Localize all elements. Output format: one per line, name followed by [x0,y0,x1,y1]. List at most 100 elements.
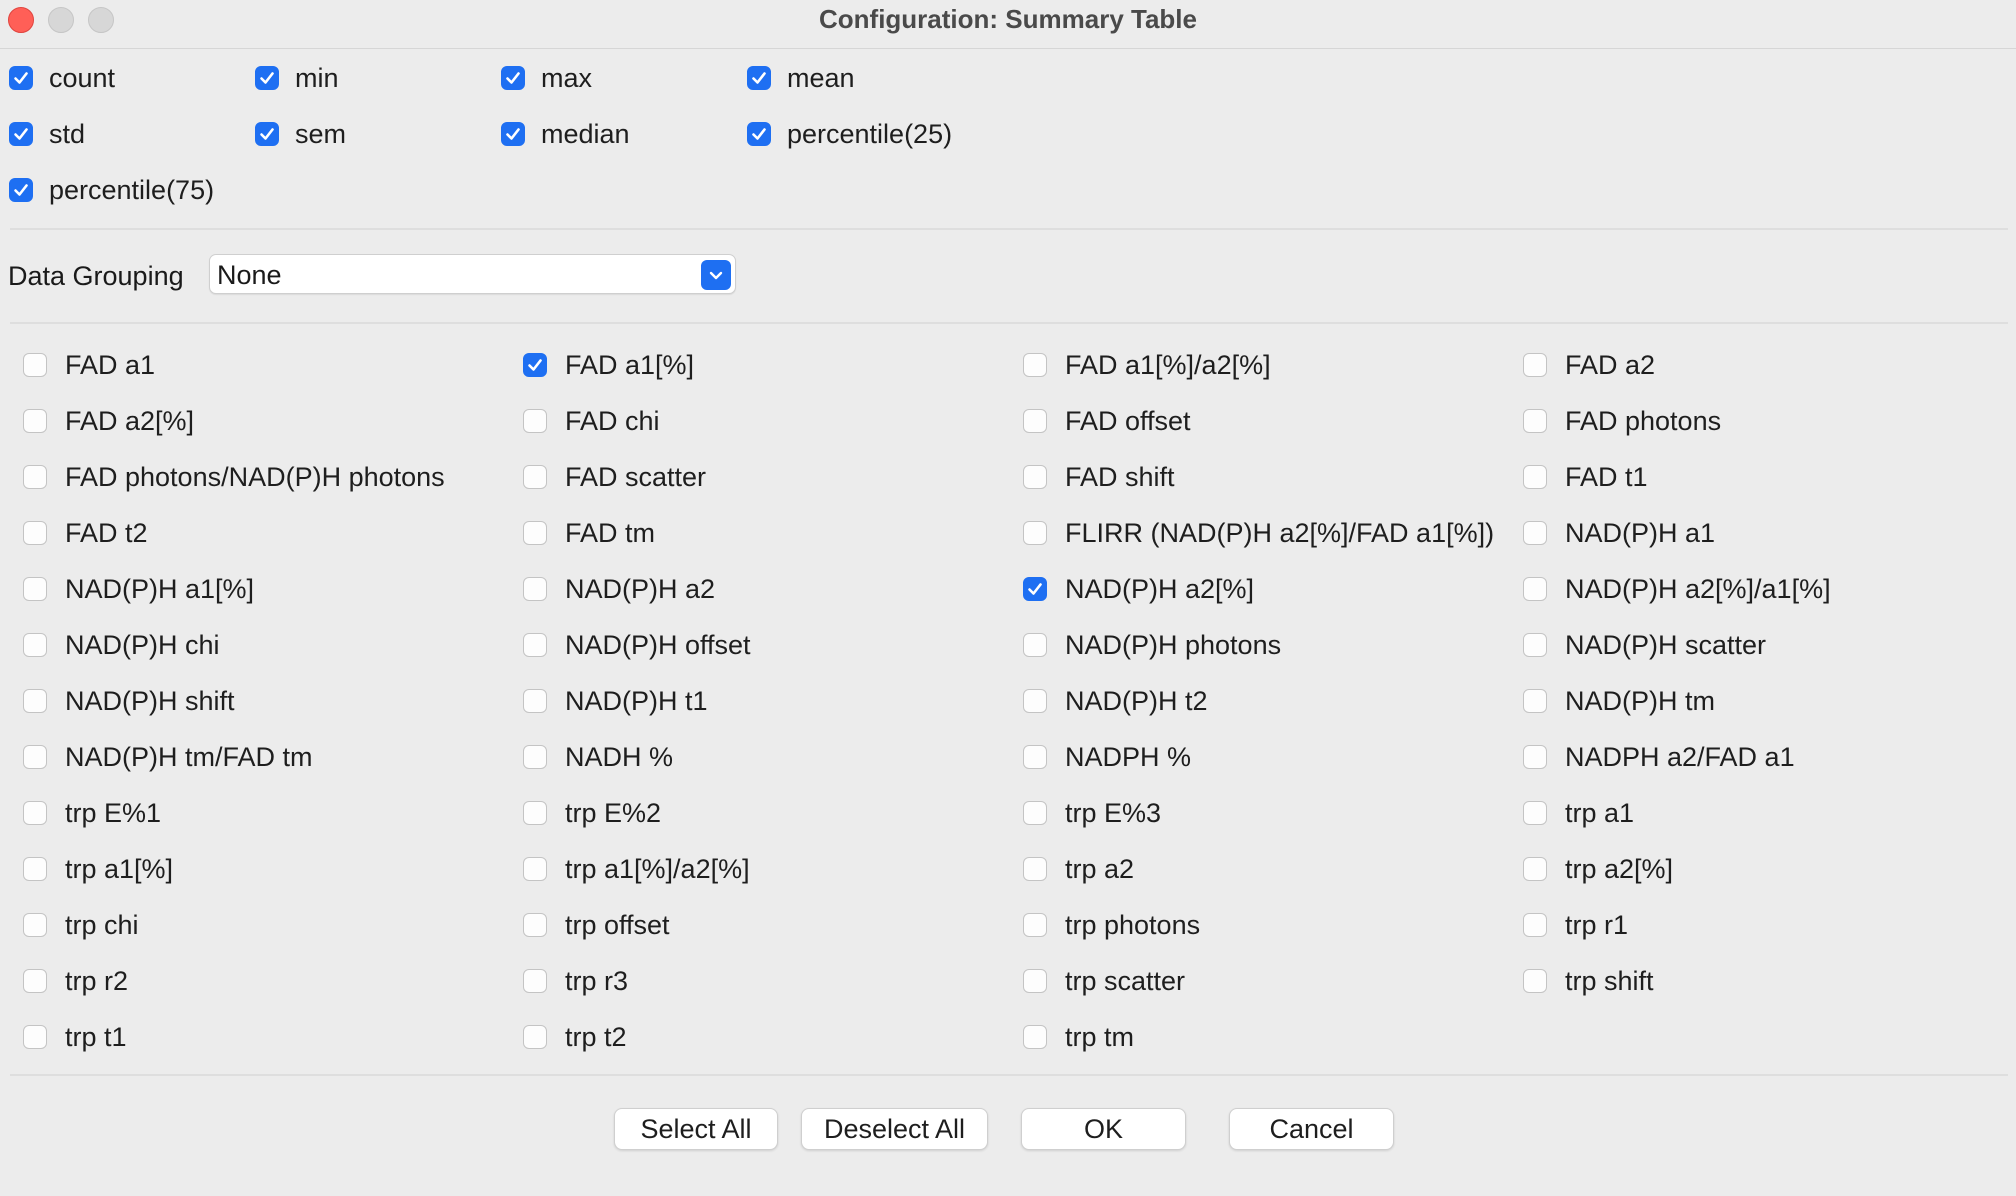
checkbox-box[interactable] [23,521,47,545]
checkbox-box[interactable] [23,689,47,713]
checkbox-max[interactable]: max [501,58,592,98]
checkbox-count[interactable]: count [9,58,115,98]
checkbox-flirr-nad-p-h-a2-fad-a1[interactable]: FLIRR (NAD(P)H a2[%]/FAD a1[%]) [1023,513,1494,553]
checkbox-box[interactable] [523,409,547,433]
checkbox-fad-offset[interactable]: FAD offset [1023,401,1191,441]
checkbox-fad-shift[interactable]: FAD shift [1023,457,1175,497]
checkbox-trp-a1-a2[interactable]: trp a1[%]/a2[%] [523,849,750,889]
checkbox-nadph[interactable]: NADPH % [1023,737,1191,777]
checkbox-box[interactable] [1523,913,1547,937]
cancel-button[interactable]: Cancel [1229,1108,1394,1150]
checkbox-box[interactable] [1023,689,1047,713]
checkbox-nad-p-h-photons[interactable]: NAD(P)H photons [1023,625,1281,665]
checkbox-percentile-75[interactable]: percentile(75) [9,170,214,210]
checkbox-percentile-25[interactable]: percentile(25) [747,114,952,154]
checkbox-trp-a2[interactable]: trp a2 [1023,849,1134,889]
checkbox-trp-e-1[interactable]: trp E%1 [23,793,161,833]
checkbox-box[interactable] [1523,633,1547,657]
checkbox-box[interactable] [523,577,547,601]
checkbox-box[interactable] [23,745,47,769]
checkbox-nad-p-h-shift[interactable]: NAD(P)H shift [23,681,235,721]
checkbox-box[interactable] [1023,1025,1047,1049]
checkbox-trp-a1[interactable]: trp a1 [1523,793,1634,833]
checkbox-trp-a2[interactable]: trp a2[%] [1523,849,1673,889]
checkbox-box[interactable] [23,633,47,657]
checkbox-nad-p-h-tm[interactable]: NAD(P)H tm [1523,681,1715,721]
checkbox-box[interactable] [23,409,47,433]
checkmark-icon[interactable] [523,353,547,377]
checkbox-fad-scatter[interactable]: FAD scatter [523,457,706,497]
checkbox-box[interactable] [23,577,47,601]
checkbox-fad-a2[interactable]: FAD a2[%] [23,401,194,441]
checkbox-box[interactable] [1523,577,1547,601]
checkbox-box[interactable] [23,913,47,937]
checkbox-box[interactable] [1523,857,1547,881]
checkbox-box[interactable] [1523,689,1547,713]
checkbox-box[interactable] [523,521,547,545]
checkbox-box[interactable] [1523,409,1547,433]
checkbox-nad-p-h-a1[interactable]: NAD(P)H a1 [1523,513,1715,553]
checkbox-box[interactable] [1023,913,1047,937]
checkbox-box[interactable] [1023,521,1047,545]
data-grouping-select[interactable]: None [209,254,736,294]
checkmark-icon[interactable] [1023,577,1047,601]
checkbox-box[interactable] [23,857,47,881]
checkbox-nad-p-h-t2[interactable]: NAD(P)H t2 [1023,681,1208,721]
checkbox-box[interactable] [1023,465,1047,489]
checkmark-icon[interactable] [9,66,33,90]
checkbox-box[interactable] [1523,353,1547,377]
checkbox-box[interactable] [523,689,547,713]
checkbox-fad-photons[interactable]: FAD photons [1523,401,1721,441]
checkbox-sem[interactable]: sem [255,114,346,154]
checkbox-trp-a1[interactable]: trp a1[%] [23,849,173,889]
checkbox-box[interactable] [523,465,547,489]
checkbox-box[interactable] [1523,521,1547,545]
checkbox-nad-p-h-a2-a1[interactable]: NAD(P)H a2[%]/a1[%] [1523,569,1831,609]
checkbox-nad-p-h-chi[interactable]: NAD(P)H chi [23,625,220,665]
checkbox-box[interactable] [1023,969,1047,993]
checkmark-icon[interactable] [501,122,525,146]
checkbox-box[interactable] [1523,745,1547,769]
checkmark-icon[interactable] [747,122,771,146]
checkbox-trp-photons[interactable]: trp photons [1023,905,1200,945]
checkbox-trp-e-3[interactable]: trp E%3 [1023,793,1161,833]
select-all-button[interactable]: Select All [614,1108,778,1150]
checkbox-box[interactable] [1023,633,1047,657]
checkbox-box[interactable] [523,857,547,881]
checkbox-trp-r2[interactable]: trp r2 [23,961,128,1001]
checkbox-nad-p-h-a2[interactable]: NAD(P)H a2 [523,569,715,609]
checkbox-nad-p-h-a2[interactable]: NAD(P)H a2[%] [1023,569,1254,609]
checkbox-box[interactable] [23,353,47,377]
checkbox-fad-t1[interactable]: FAD t1 [1523,457,1648,497]
checkbox-trp-offset[interactable]: trp offset [523,905,670,945]
checkbox-box[interactable] [1523,465,1547,489]
checkbox-fad-a1[interactable]: FAD a1[%] [523,345,694,385]
checkbox-trp-tm[interactable]: trp tm [1023,1017,1134,1057]
checkbox-box[interactable] [23,969,47,993]
checkbox-nad-p-h-a1[interactable]: NAD(P)H a1[%] [23,569,254,609]
ok-button[interactable]: OK [1021,1108,1186,1150]
checkbox-box[interactable] [523,801,547,825]
checkbox-fad-a1-a2[interactable]: FAD a1[%]/a2[%] [1023,345,1271,385]
checkbox-box[interactable] [23,1025,47,1049]
checkbox-trp-t2[interactable]: trp t2 [523,1017,627,1057]
checkbox-min[interactable]: min [255,58,339,98]
checkbox-nad-p-h-t1[interactable]: NAD(P)H t1 [523,681,708,721]
checkbox-nadph-a2-fad-a1[interactable]: NADPH a2/FAD a1 [1523,737,1795,777]
checkbox-fad-photons-nad-p-h-photons[interactable]: FAD photons/NAD(P)H photons [23,457,445,497]
checkbox-fad-a2[interactable]: FAD a2 [1523,345,1655,385]
checkmark-icon[interactable] [9,122,33,146]
checkbox-trp-t1[interactable]: trp t1 [23,1017,127,1057]
checkbox-box[interactable] [1523,969,1547,993]
checkmark-icon[interactable] [255,66,279,90]
checkbox-trp-r1[interactable]: trp r1 [1523,905,1628,945]
checkbox-box[interactable] [1023,857,1047,881]
checkbox-trp-chi[interactable]: trp chi [23,905,139,945]
checkbox-fad-a1[interactable]: FAD a1 [23,345,155,385]
checkbox-box[interactable] [1523,801,1547,825]
checkbox-trp-r3[interactable]: trp r3 [523,961,628,1001]
checkbox-median[interactable]: median [501,114,630,154]
checkbox-fad-tm[interactable]: FAD tm [523,513,655,553]
checkmark-icon[interactable] [747,66,771,90]
checkbox-std[interactable]: std [9,114,85,154]
